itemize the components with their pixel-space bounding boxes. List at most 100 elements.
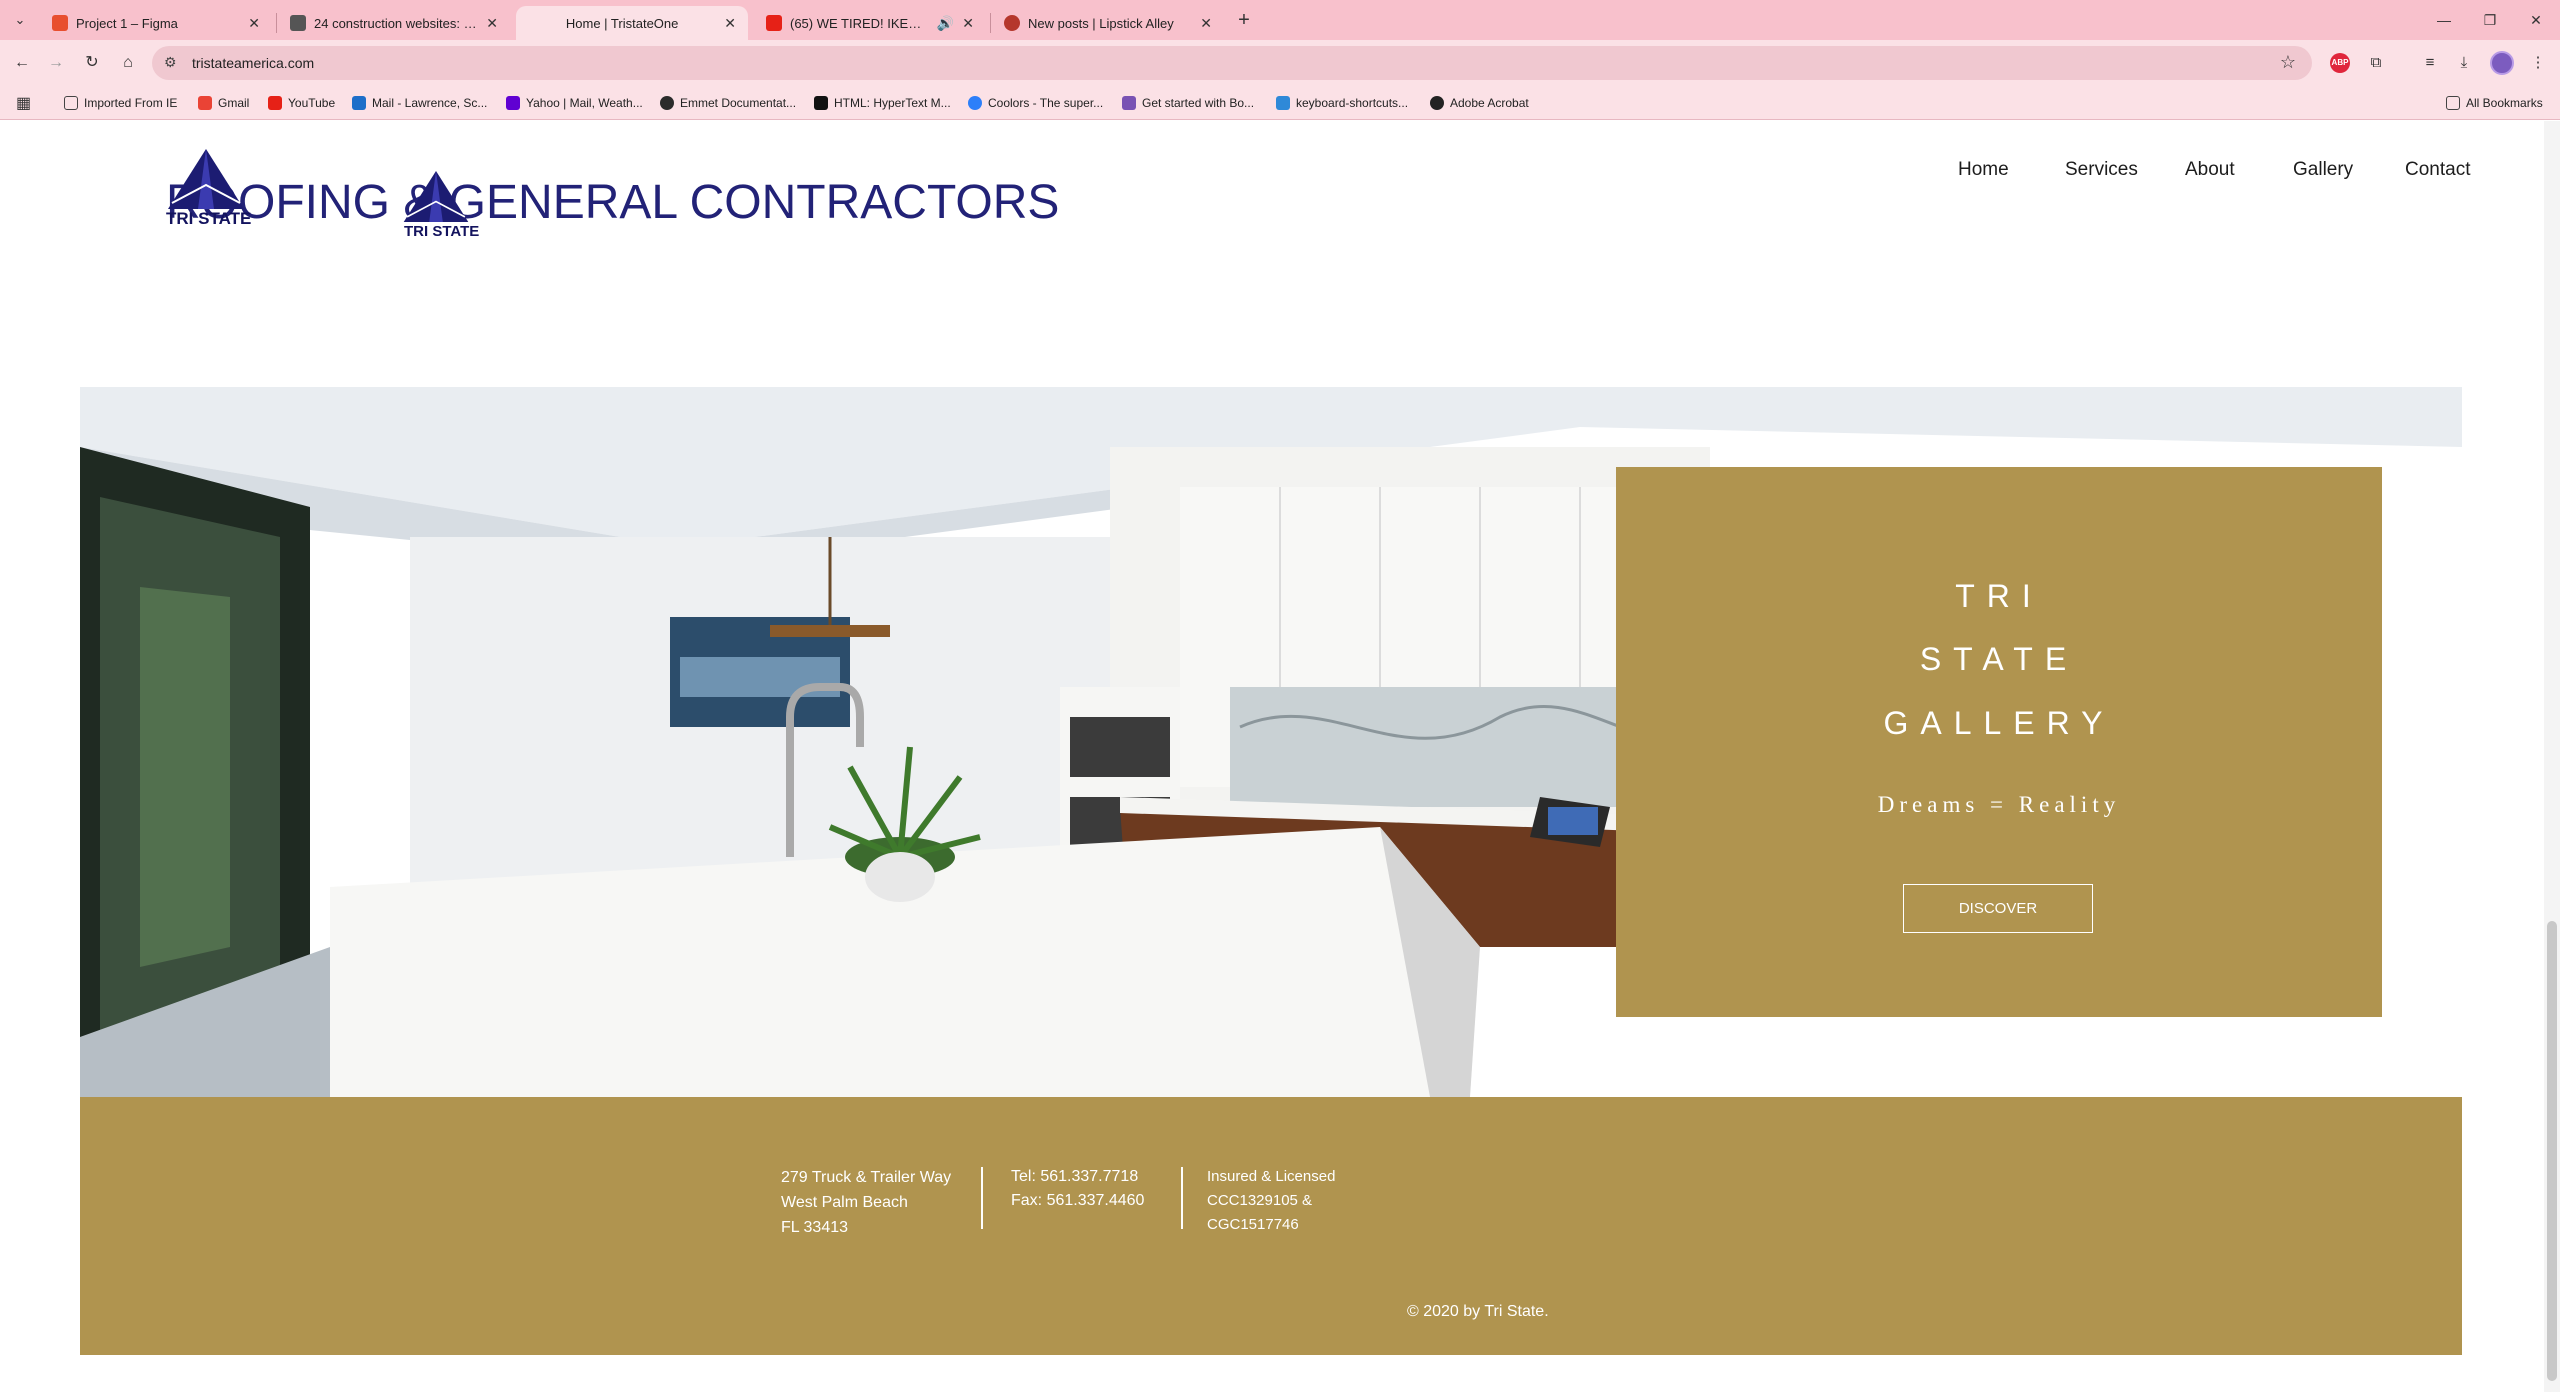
back-icon[interactable]: ←: [10, 51, 34, 75]
bookmark-youtube[interactable]: YouTube: [268, 94, 335, 112]
nav-gallery[interactable]: Gallery: [2293, 159, 2353, 181]
restore-icon[interactable]: ❐: [2478, 8, 2502, 32]
coolors-icon: [968, 96, 982, 110]
tab-lipstick-alley[interactable]: New posts | Lipstick Alley ✕: [992, 6, 1224, 40]
new-tab-icon[interactable]: +: [1232, 8, 1256, 32]
bookmark-label: Coolors - The super...: [988, 96, 1104, 110]
address-bar[interactable]: ⚙ tristateamerica.com ☆: [152, 46, 2312, 80]
vscode-icon: [1276, 96, 1290, 110]
site-logo[interactable]: ROOFING & GENERAL CONTRACTORS TRI STATE …: [166, 147, 1059, 240]
outlook-icon: [352, 96, 366, 110]
tab-strip: ⌄ Project 1 – Figma ✕ 24 construction we…: [0, 0, 2560, 40]
gmail-icon: [198, 96, 212, 110]
home-icon[interactable]: ⌂: [116, 51, 140, 75]
logo-mark-label: TRI STATE: [404, 223, 480, 240]
mdn-icon: [814, 96, 828, 110]
all-bookmarks-label: All Bookmarks: [2466, 96, 2543, 110]
forward-icon[interactable]: →: [44, 51, 68, 75]
address-line: FL 33413: [781, 1219, 849, 1236]
nav-services[interactable]: Services: [2065, 159, 2138, 181]
extensions-icon[interactable]: ⧉: [2364, 51, 2388, 75]
gallery-tagline: Dreams = Reality: [1877, 792, 2121, 817]
bookmark-imported-from-ie[interactable]: Imported From IE: [64, 94, 177, 112]
address-line: 279 Truck & Trailer Way: [781, 1169, 952, 1186]
speaker-icon[interactable]: 🔊: [937, 15, 954, 32]
logo-triangle-icon: [168, 149, 244, 209]
footer-divider: [1181, 1167, 1183, 1229]
folder-icon: [2446, 96, 2460, 110]
footer-contact: Tel: 561.337.7718 Fax: 561.337.4460: [1011, 1165, 1144, 1213]
tab-title: Home | TristateOne: [565, 15, 679, 31]
youtube-icon: [268, 96, 282, 110]
bookmark-label: Gmail: [218, 96, 250, 110]
fax-number: Fax: 561.337.4460: [1011, 1192, 1145, 1209]
footer-address: 279 Truck & Trailer Way West Palm Beach …: [781, 1165, 951, 1240]
apps-grid-icon[interactable]: ▦: [16, 93, 31, 113]
bookmark-label: Get started with Bo...: [1142, 96, 1255, 110]
figma-favicon-icon: [52, 15, 68, 31]
gallery-panel: TRI STATE GALLERY Dreams = Reality DISCO…: [1616, 467, 2382, 1017]
bookmark-keyboard-shortcuts[interactable]: keyboard-shortcuts...: [1276, 94, 1408, 112]
adblock-plus-icon[interactable]: ABP: [2330, 53, 2350, 73]
close-icon[interactable]: ✕: [962, 15, 974, 32]
tab-figma[interactable]: Project 1 – Figma ✕: [40, 6, 272, 40]
logo-text: ROOFING & GENERAL CONTRACTORS: [166, 176, 1060, 229]
phone-number[interactable]: Tel: 561.337.7718: [1011, 1165, 1144, 1189]
bookmark-mail-lawrence[interactable]: Mail - Lawrence, Sc...: [352, 94, 487, 112]
nav-about[interactable]: About: [2185, 159, 2235, 181]
license-line: CGC1517746: [1207, 1216, 1299, 1233]
tab-search-icon[interactable]: ⌄: [8, 8, 32, 32]
web-page: ROOFING & GENERAL CONTRACTORS TRI STATE …: [0, 121, 2560, 1392]
bookmark-label: Emmet Documentat...: [680, 96, 797, 110]
tab-separator: [276, 13, 277, 33]
yahoo-icon: [506, 96, 520, 110]
address-url[interactable]: tristateamerica.com: [192, 55, 314, 71]
logo-mark-label: TRI STATE: [166, 209, 252, 228]
reload-icon[interactable]: ↻: [80, 51, 104, 75]
close-icon[interactable]: ✕: [248, 15, 260, 32]
bookmark-yahoo[interactable]: Yahoo | Mail, Weath...: [506, 94, 643, 112]
site-info-icon[interactable]: ⚙: [164, 54, 177, 71]
profile-avatar[interactable]: [2490, 51, 2514, 75]
footer-license: Insured & Licensed CCC1329105 & CGC15177…: [1207, 1165, 1335, 1237]
download-icon[interactable]: ⤓: [2452, 51, 2476, 75]
bookmark-label: Imported From IE: [84, 96, 178, 110]
bookmark-coolors[interactable]: Coolors - The super...: [968, 94, 1103, 112]
discover-button[interactable]: DISCOVER: [1903, 884, 2093, 933]
scrollbar-thumb[interactable]: [2547, 921, 2557, 1381]
tab-tristate-home[interactable]: Home | TristateOne ✕: [516, 6, 748, 40]
minimize-icon[interactable]: —: [2432, 8, 2456, 32]
emmet-icon: [660, 96, 674, 110]
all-bookmarks[interactable]: All Bookmarks: [2446, 94, 2543, 112]
tab-title: Project 1 – Figma: [76, 15, 178, 31]
close-icon[interactable]: ✕: [1200, 15, 1212, 32]
bookmark-emmet[interactable]: Emmet Documentat...: [660, 94, 796, 112]
bookmark-gmail[interactable]: Gmail: [198, 94, 249, 112]
github-icon: [1430, 96, 1444, 110]
bookmark-mdn-html[interactable]: HTML: HyperText M...: [814, 94, 951, 112]
bookmark-star-icon[interactable]: ☆: [2280, 52, 2296, 73]
window-close-icon[interactable]: ✕: [2524, 8, 2548, 32]
bookmark-bootstrap[interactable]: Get started with Bo...: [1122, 94, 1254, 112]
close-icon[interactable]: ✕: [486, 15, 498, 32]
close-icon[interactable]: ✕: [724, 15, 736, 32]
license-line: CCC1329105 &: [1207, 1192, 1313, 1209]
footer-divider: [981, 1167, 983, 1229]
bookmark-label: Adobe Acrobat: [1450, 96, 1529, 110]
tab-youtube[interactable]: (65) WE TIRED! IKECHI IS A 🔊 ✕: [754, 6, 986, 40]
nav-contact[interactable]: Contact: [2405, 159, 2470, 181]
bookmark-label: Mail - Lawrence, Sc...: [372, 96, 488, 110]
lipstick-alley-favicon-icon: [1004, 15, 1020, 31]
page-scrollbar[interactable]: [2544, 121, 2560, 1392]
address-line: West Palm Beach: [781, 1194, 908, 1211]
bookmark-adobe-acrobat[interactable]: Adobe Acrobat: [1430, 94, 1529, 112]
tab-construction-websites[interactable]: 24 construction websites: exam ✕: [278, 6, 510, 40]
wix-favicon-icon: [290, 15, 306, 31]
logo-triangle-icon: [403, 170, 469, 222]
site-footer: 279 Truck & Trailer Way West Palm Beach …: [80, 1097, 2462, 1355]
folder-icon: [64, 96, 78, 110]
nav-home[interactable]: Home: [1958, 159, 2009, 181]
menu-kebab-icon[interactable]: ⋮: [2526, 51, 2550, 75]
reading-list-icon[interactable]: ≡: [2418, 51, 2442, 75]
tab-separator: [990, 13, 991, 33]
